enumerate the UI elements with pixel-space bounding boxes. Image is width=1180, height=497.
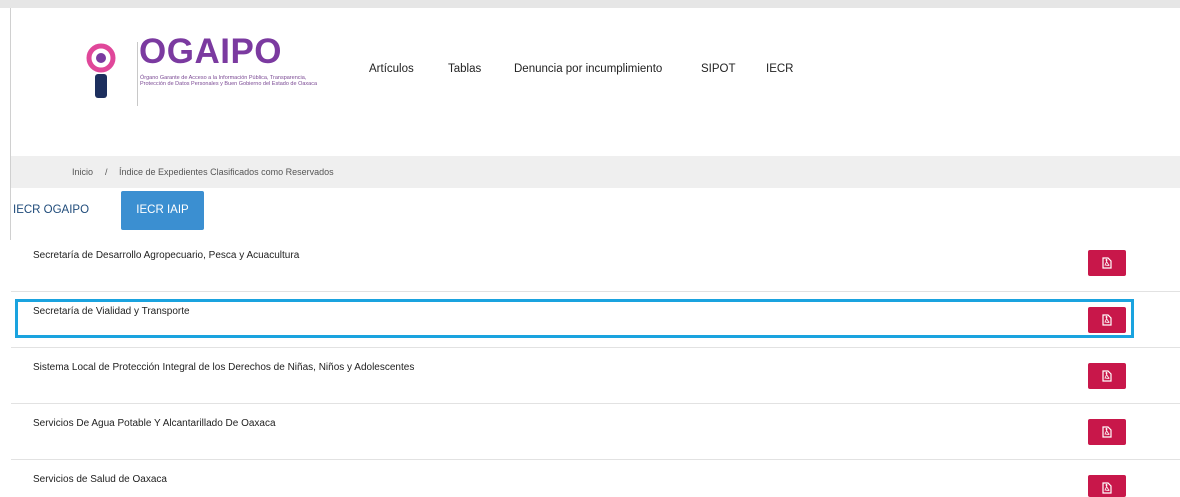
tab-iecr-ogaipo[interactable]: IECR OGAIPO: [13, 204, 89, 216]
list-item-label: Sistema Local de Protección Integral de …: [33, 362, 415, 373]
pdf-download-button[interactable]: [1088, 307, 1126, 333]
brand-subtitle: Órgano Garante de Acceso a la Informació…: [140, 75, 318, 88]
list-item: Secretaría de Desarrollo Agropecuario, P…: [11, 236, 1180, 292]
pdf-file-icon: [1102, 370, 1112, 382]
site-header: OGAIPO Órgano Garante de Acceso a la Inf…: [11, 8, 1180, 156]
pdf-file-icon: [1102, 257, 1112, 269]
list-item-label: Servicios De Agua Potable Y Alcantarilla…: [33, 418, 276, 429]
nav-item-articulos[interactable]: Artículos: [369, 63, 414, 75]
nav-item-iecr[interactable]: IECR: [766, 63, 793, 75]
pdf-download-button[interactable]: [1088, 363, 1126, 389]
list-item: Servicios De Agua Potable Y Alcantarilla…: [11, 404, 1180, 460]
tab-iecr-iaip[interactable]: IECR IAIP: [121, 191, 204, 230]
list-item: Sistema Local de Protección Integral de …: [11, 348, 1180, 404]
pdf-file-icon: [1102, 426, 1112, 438]
breadcrumb: Inicio / Índice de Expedientes Clasifica…: [11, 156, 1180, 188]
nav-item-sipot[interactable]: SIPOT: [701, 63, 736, 75]
top-border: [0, 0, 1180, 8]
pdf-download-button[interactable]: [1088, 419, 1126, 445]
pdf-file-icon: [1102, 314, 1112, 326]
nav-item-denuncia[interactable]: Denuncia por incumplimiento: [514, 63, 662, 75]
breadcrumb-separator: /: [105, 167, 108, 177]
list-item: Secretaría de Vialidad y Transporte: [11, 292, 1180, 348]
breadcrumb-current: Índice de Expedientes Clasificados como …: [119, 167, 334, 177]
ogaipo-logo-icon: [86, 43, 116, 98]
pdf-file-icon: [1102, 482, 1112, 494]
list-item-label: Servicios de Salud de Oaxaca: [33, 474, 167, 485]
pdf-download-button[interactable]: [1088, 475, 1126, 497]
brand-title: OGAIPO: [139, 32, 283, 71]
breadcrumb-home[interactable]: Inicio: [72, 167, 93, 177]
nav-item-tablas[interactable]: Tablas: [448, 63, 481, 75]
list-item: Servicios de Salud de Oaxaca: [11, 460, 1180, 497]
logo-divider: [137, 42, 138, 106]
list-item-label: Secretaría de Vialidad y Transporte: [33, 306, 190, 317]
list-item-label: Secretaría de Desarrollo Agropecuario, P…: [33, 250, 300, 261]
pdf-download-button[interactable]: [1088, 250, 1126, 276]
